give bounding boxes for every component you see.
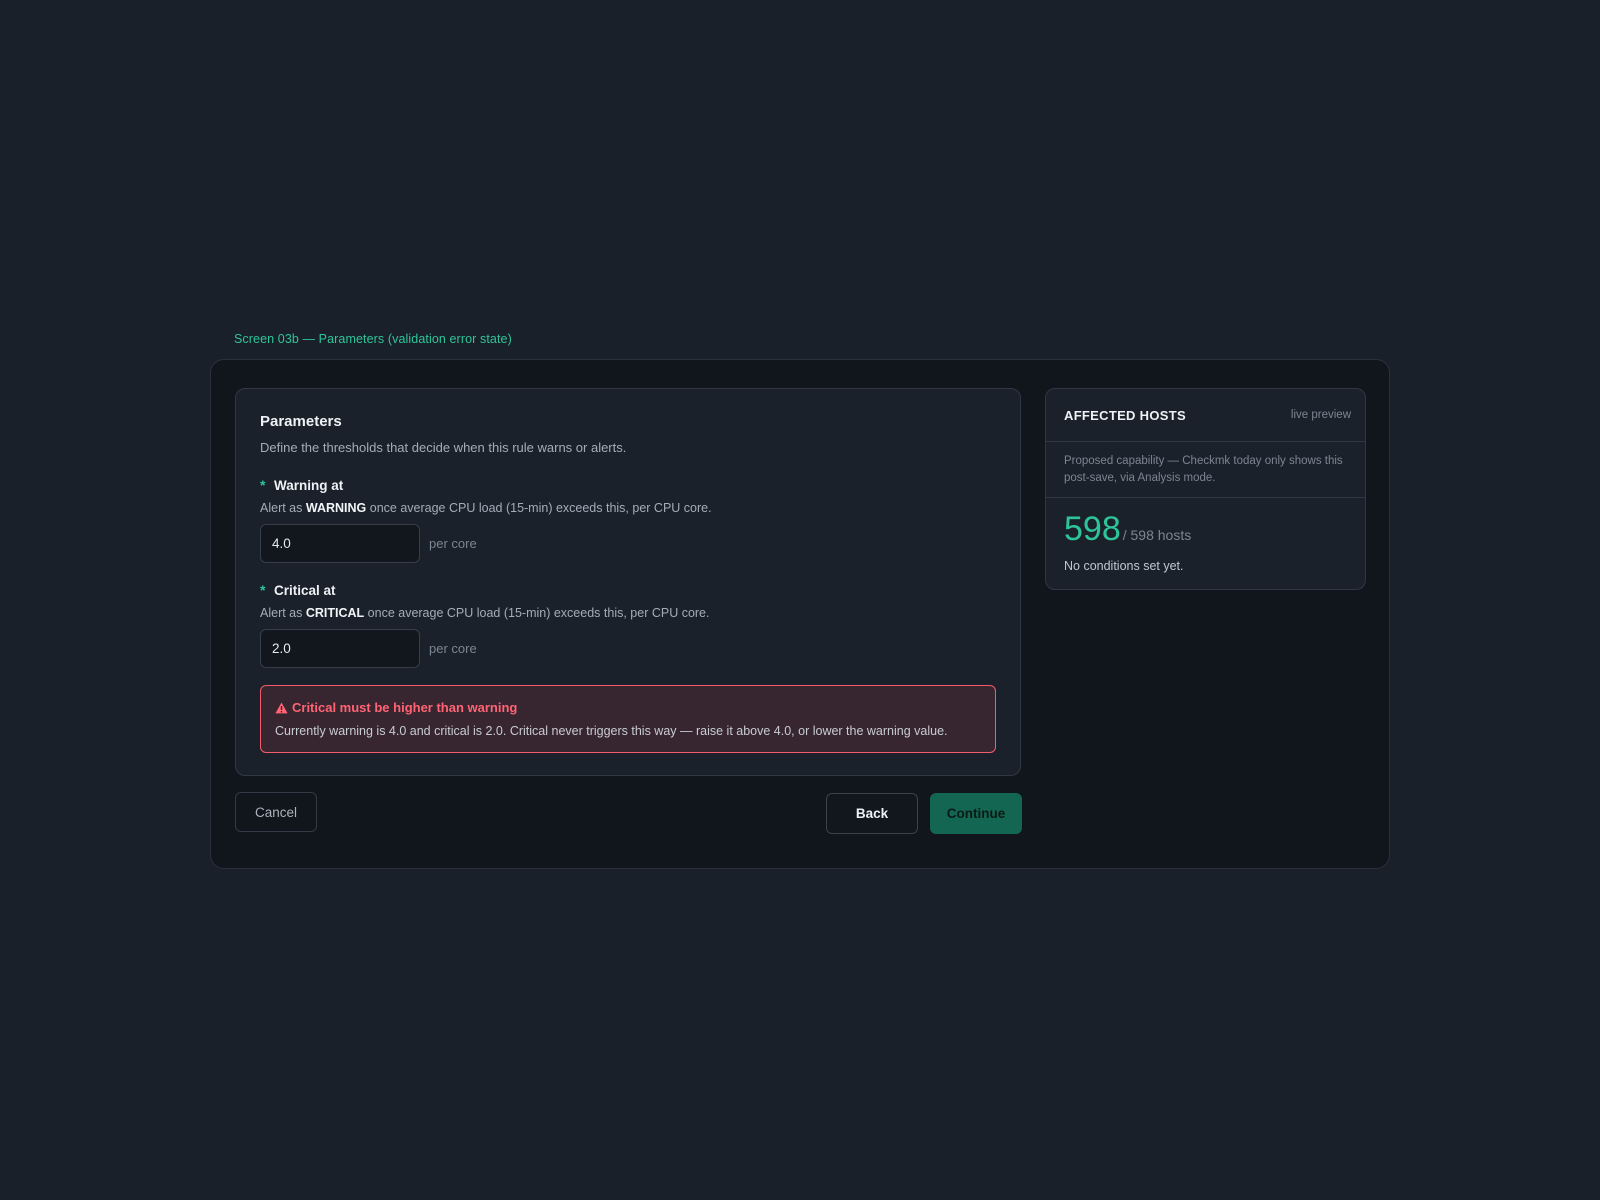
continue-button[interactable]: Continue bbox=[930, 793, 1022, 834]
warning-help: Alert as WARNING once average CPU load (… bbox=[260, 501, 996, 515]
required-marker: * bbox=[260, 477, 266, 493]
critical-label-text: Critical at bbox=[274, 582, 336, 598]
wizard-frame: Parameters Define the thresholds that de… bbox=[210, 359, 1390, 869]
affected-hosts-note: Proposed capability — Checkmk today only… bbox=[1046, 442, 1365, 498]
parameters-title: Parameters bbox=[260, 413, 342, 430]
warning-unit: per core bbox=[429, 536, 477, 551]
affected-hosts-header: AFFECTED HOSTS live preview bbox=[1046, 389, 1365, 442]
warning-input-row: per core bbox=[260, 524, 996, 563]
live-preview-badge: live preview bbox=[1290, 409, 1351, 421]
critical-input-row: per core bbox=[260, 629, 996, 668]
critical-help-prefix: Alert as bbox=[260, 606, 306, 620]
cancel-button[interactable]: Cancel bbox=[235, 792, 317, 832]
warning-field: * Warning at Alert as WARNING once avera… bbox=[260, 477, 996, 563]
required-marker: * bbox=[260, 582, 266, 598]
affected-hosts-title: AFFECTED HOSTS bbox=[1064, 407, 1186, 423]
host-count: 598 / 598 hosts bbox=[1064, 512, 1347, 546]
host-count-value: 598 bbox=[1064, 510, 1121, 548]
affected-hosts-status: No conditions set yet. bbox=[1064, 559, 1184, 573]
parameters-description: Define the thresholds that decide when t… bbox=[260, 440, 627, 455]
error-message: Currently warning is 4.0 and critical is… bbox=[275, 724, 948, 738]
critical-field: * Critical at Alert as CRITICAL once ave… bbox=[260, 582, 996, 668]
warning-help-prefix: Alert as bbox=[260, 501, 306, 515]
critical-label: * Critical at bbox=[260, 582, 996, 598]
back-button[interactable]: Back bbox=[826, 793, 918, 834]
critical-threshold-input[interactable] bbox=[260, 629, 420, 668]
warning-help-suffix: once average CPU load (15-min) exceeds t… bbox=[366, 501, 712, 515]
screen-label: Screen 03b — Parameters (validation erro… bbox=[234, 332, 512, 346]
critical-help-suffix: once average CPU load (15-min) exceeds t… bbox=[364, 606, 710, 620]
parameters-card: Parameters Define the thresholds that de… bbox=[235, 388, 1021, 776]
warning-label-text: Warning at bbox=[274, 477, 344, 493]
validation-error-alert: Critical must be higher than warning Cur… bbox=[260, 685, 996, 753]
host-count-total: / 598 hosts bbox=[1122, 527, 1192, 543]
error-title-text: Critical must be higher than warning bbox=[292, 700, 518, 715]
critical-unit: per core bbox=[429, 641, 477, 656]
critical-help-level: CRITICAL bbox=[305, 606, 365, 620]
affected-hosts-panel: AFFECTED HOSTS live preview Proposed cap… bbox=[1045, 388, 1366, 590]
warning-label: * Warning at bbox=[260, 477, 996, 493]
warning-triangle-icon bbox=[275, 702, 288, 713]
warning-threshold-input[interactable] bbox=[260, 524, 420, 563]
affected-hosts-body: 598 / 598 hosts No conditions set yet. bbox=[1046, 498, 1365, 573]
error-title: Critical must be higher than warning bbox=[275, 700, 981, 715]
warning-help-level: WARNING bbox=[305, 501, 367, 515]
critical-help: Alert as CRITICAL once average CPU load … bbox=[260, 606, 996, 620]
